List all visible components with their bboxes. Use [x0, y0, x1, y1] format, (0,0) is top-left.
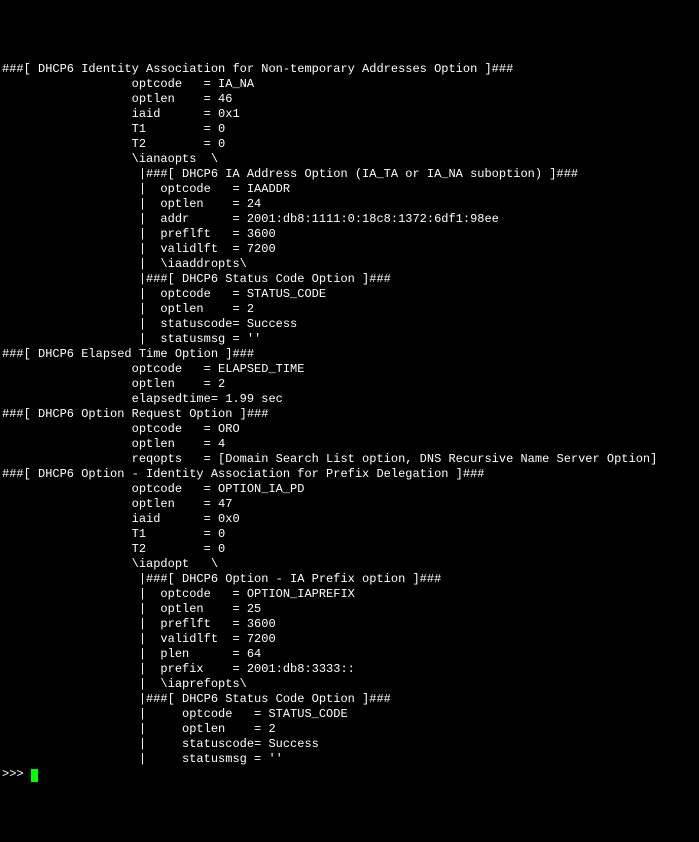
prompt: >>> [2, 767, 31, 781]
terminal-output: ###[ DHCP6 Identity Association for Non-… [2, 62, 697, 767]
cursor[interactable] [31, 769, 38, 782]
